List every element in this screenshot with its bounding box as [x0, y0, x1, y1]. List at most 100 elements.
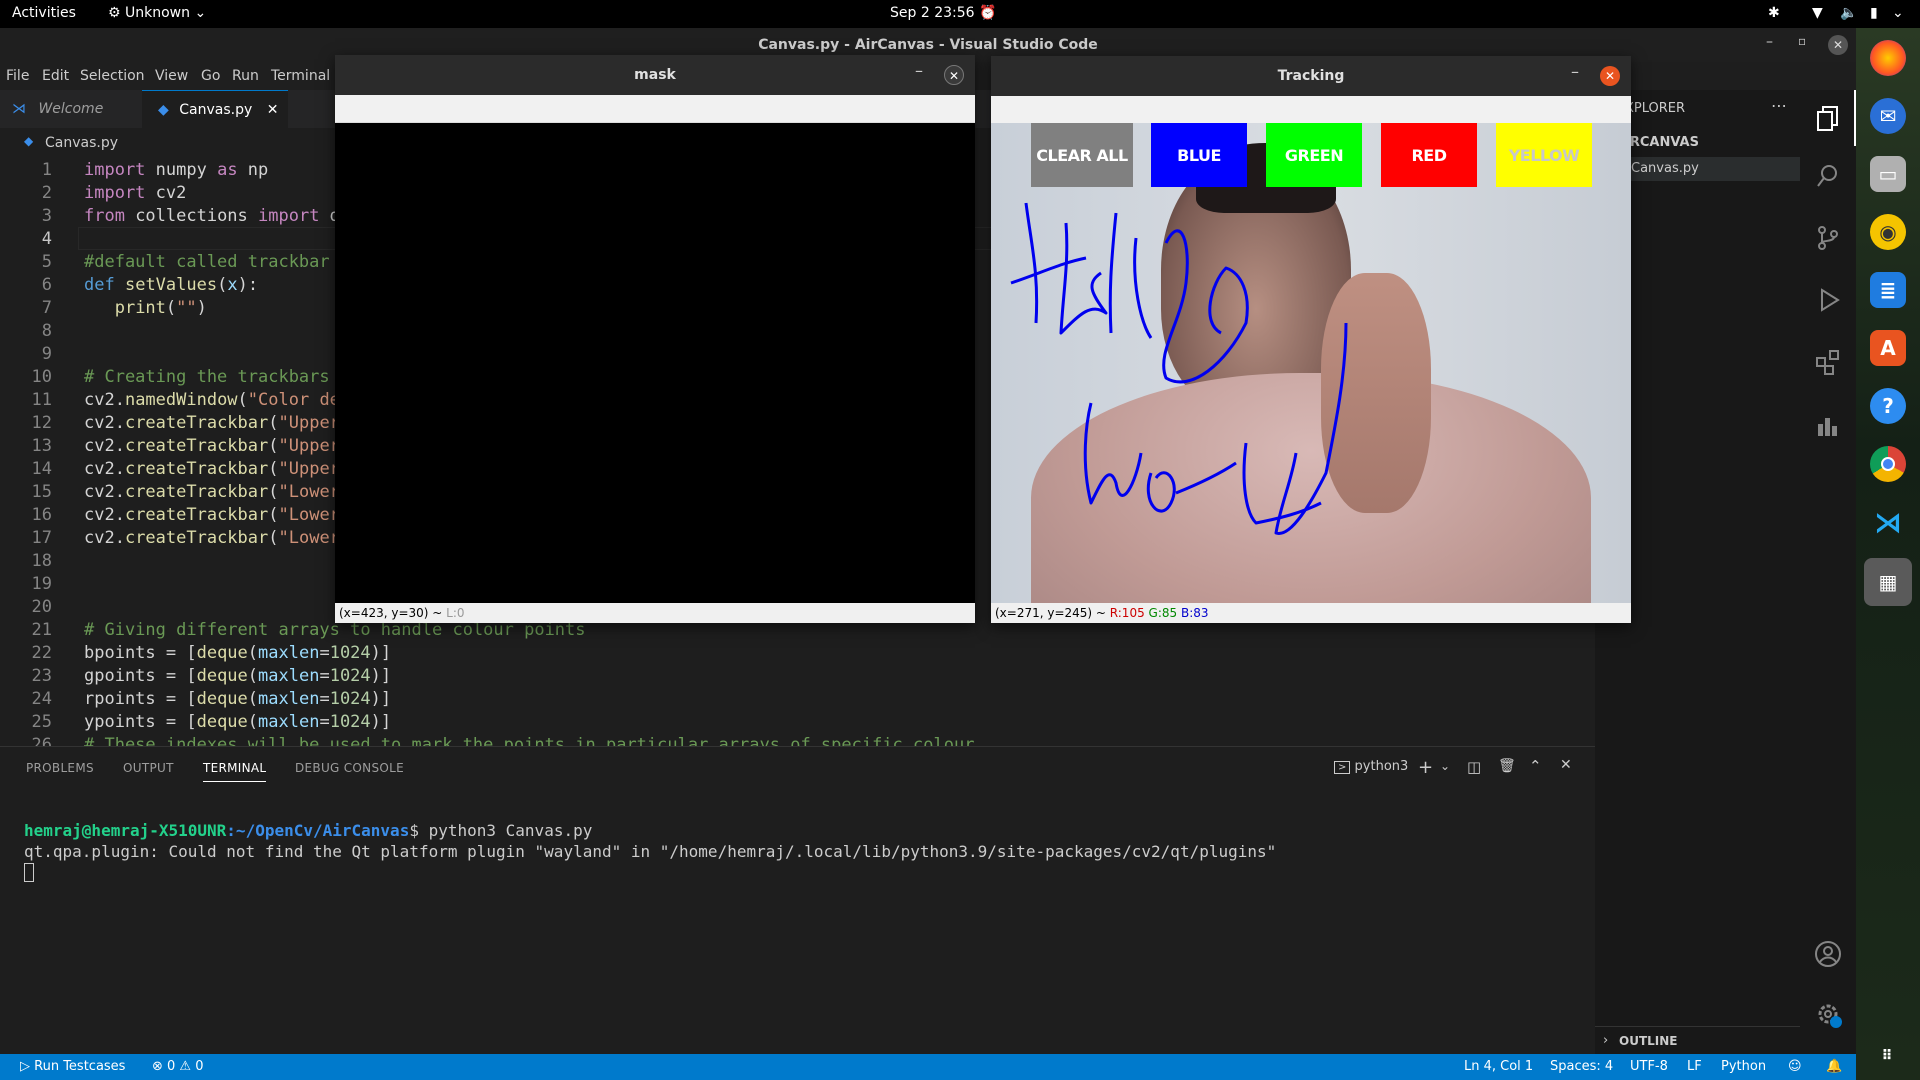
chevron-down-icon[interactable]: ⌄ — [1440, 759, 1450, 773]
add-terminal-icon[interactable]: + — [1418, 757, 1433, 778]
problems-indicator[interactable]: ⊗ 0 ⚠ 0 — [152, 1059, 204, 1074]
mask-window-titlebar[interactable]: mask — [335, 55, 975, 95]
activities-button[interactable]: Activities — [12, 5, 76, 21]
menu-terminal[interactable]: Terminal — [271, 68, 330, 84]
menu-edit[interactable]: Edit — [42, 68, 69, 84]
line-number: 8 — [41, 321, 52, 341]
clock[interactable]: Sep 2 23:56 ⏰ — [890, 5, 996, 21]
prompt-path: :~/OpenCv/AirCanvas — [226, 821, 410, 840]
app-menu[interactable]: ⚙ Unknown ⌄ — [108, 5, 206, 21]
close-icon[interactable]: ✕ — [1828, 35, 1848, 55]
minimize-icon[interactable]: – — [1571, 62, 1579, 81]
tab-canvas-py[interactable]: ◆ Canvas.py ✕ — [142, 90, 288, 128]
minimize-icon[interactable]: – — [915, 61, 923, 80]
line-number: 18 — [31, 551, 52, 571]
gnome-top-bar: Activities ⚙ Unknown ⌄ Sep 2 23:56 ⏰ ✱ ▼… — [0, 0, 1920, 28]
outline-section[interactable]: › OUTLINE — [1595, 1026, 1800, 1054]
notifications-icon[interactable]: 🔔 — [1826, 1059, 1842, 1074]
system-menu-icon[interactable]: ⌄ — [1892, 5, 1904, 21]
activity-bar — [1800, 90, 1856, 1054]
menu-file[interactable]: File — [6, 68, 29, 84]
opencv-app-icon[interactable]: ▦ — [1864, 558, 1912, 606]
close-panel-icon[interactable]: ✕ — [1560, 757, 1572, 773]
tracking-status: (x=271, y=245) ~ R:105 G:85 B:83 — [991, 603, 1631, 623]
tracking-window[interactable]: Tracking – ✕ CLEAR ALL BLUE GREEN RED YE… — [991, 56, 1631, 623]
battery-icon[interactable]: ▮ — [1870, 5, 1878, 21]
chrome-icon[interactable] — [1870, 446, 1906, 482]
mask-status: (x=423, y=30) ~ L:0 — [335, 603, 975, 623]
show-apps-icon[interactable]: ⠿ — [1870, 1038, 1906, 1074]
search-icon[interactable] — [1814, 162, 1842, 190]
trash-icon[interactable]: 🗑 — [1498, 758, 1516, 774]
menu-go[interactable]: Go — [201, 68, 220, 84]
feedback-icon[interactable]: ☺ — [1788, 1059, 1802, 1074]
minimize-icon[interactable]: – — [1766, 34, 1773, 50]
close-icon[interactable]: ✕ — [944, 65, 964, 85]
vscode-icon[interactable]: ⋊ — [1870, 504, 1906, 540]
tab-problems[interactable]: PROBLEMS — [26, 761, 94, 775]
indentation[interactable]: Spaces: 4 — [1550, 1059, 1613, 1074]
terminal[interactable]: hemraj@hemraj-X510UNR:~/OpenCv/AirCanvas… — [24, 821, 1584, 882]
settings-gear-icon[interactable] — [1814, 1000, 1842, 1028]
firefox-icon[interactable] — [1870, 40, 1906, 76]
terminal-shell-label: python3 — [1354, 759, 1409, 774]
tracking-image[interactable]: CLEAR ALL BLUE GREEN RED YELLOW — [991, 123, 1631, 603]
language-mode[interactable]: Python — [1721, 1059, 1766, 1074]
tracking-window-titlebar[interactable]: Tracking — [991, 56, 1631, 96]
line-number: 6 — [41, 275, 52, 295]
files-icon[interactable]: ▭ — [1870, 156, 1906, 192]
wifi-icon[interactable]: ▼ — [1812, 5, 1823, 21]
writer-icon[interactable]: ≣ — [1870, 272, 1906, 308]
terminal-shell-selector[interactable]: > python3 — [1334, 759, 1408, 774]
folder-name[interactable]: IRCANVAS — [1625, 135, 1699, 150]
source-control-icon[interactable] — [1814, 224, 1842, 252]
line-number: 13 — [31, 436, 52, 456]
explorer-header: XPLORER — [1625, 101, 1686, 116]
stroke-e — [1059, 222, 1108, 335]
account-icon[interactable] — [1814, 940, 1842, 968]
eol[interactable]: LF — [1687, 1059, 1702, 1074]
help-icon[interactable]: ? — [1870, 388, 1906, 424]
thunderbird-icon[interactable]: ✉ — [1870, 98, 1906, 134]
run-debug-icon[interactable] — [1814, 286, 1842, 314]
bluetooth-icon[interactable]: ✱ — [1768, 5, 1780, 21]
file-item-canvas[interactable]: Canvas.py — [1623, 157, 1800, 181]
rhythmbox-icon[interactable]: ◉ — [1870, 214, 1906, 250]
terminal-prompt-line: hemraj@hemraj-X510UNR:~/OpenCv/AirCanvas… — [24, 821, 1584, 840]
line-number: 14 — [31, 459, 52, 479]
breadcrumb-file[interactable]: Canvas.py — [45, 135, 118, 151]
cursor-position[interactable]: Ln 4, Col 1 — [1464, 1059, 1533, 1074]
encoding[interactable]: UTF-8 — [1630, 1059, 1668, 1074]
tab-output[interactable]: OUTPUT — [123, 761, 174, 775]
tab-welcome[interactable]: ⋊ Welcome — [0, 90, 142, 128]
more-actions-icon[interactable]: ⋯ — [1771, 96, 1787, 115]
explorer-icon[interactable] — [1814, 104, 1842, 132]
stroke-h-left — [1024, 202, 1039, 324]
terminal-icon: > — [1334, 761, 1351, 774]
run-testcases-button[interactable]: ▷ Run Testcases — [20, 1059, 125, 1074]
extensions-icon[interactable] — [1814, 348, 1842, 376]
maximize-panel-icon[interactable]: ⌃ — [1529, 757, 1542, 775]
mask-window[interactable]: mask – ✕ (x=423, y=30) ~ L:0 — [335, 55, 975, 623]
file-label: Canvas.py — [1631, 161, 1699, 176]
tab-debug-console[interactable]: DEBUG CONSOLE — [295, 761, 404, 775]
tracking-toolbar — [991, 96, 1631, 124]
tab-close-icon[interactable]: ✕ — [267, 102, 279, 118]
close-icon[interactable]: ✕ — [1600, 66, 1620, 86]
menu-bar: File Edit Selection View Go Run Terminal — [0, 62, 340, 90]
stroke-o — [1162, 229, 1249, 384]
tab-canvas-label: Canvas.py — [179, 102, 253, 118]
menu-view[interactable]: View — [155, 68, 188, 84]
menu-run[interactable]: Run — [232, 68, 259, 84]
tab-terminal[interactable]: TERMINAL — [203, 761, 267, 782]
line-number: 4 — [41, 229, 52, 249]
volume-icon[interactable]: 🔈 — [1840, 5, 1857, 21]
software-icon[interactable]: A — [1870, 330, 1906, 366]
split-terminal-icon[interactable]: ◫ — [1467, 758, 1481, 776]
line-number: 21 — [31, 620, 52, 640]
testing-icon[interactable] — [1814, 412, 1842, 440]
menu-selection[interactable]: Selection — [80, 68, 145, 84]
maximize-icon[interactable]: ▫ — [1798, 34, 1806, 48]
status-g: G:85 — [1148, 606, 1178, 620]
mask-image[interactable] — [335, 123, 975, 603]
